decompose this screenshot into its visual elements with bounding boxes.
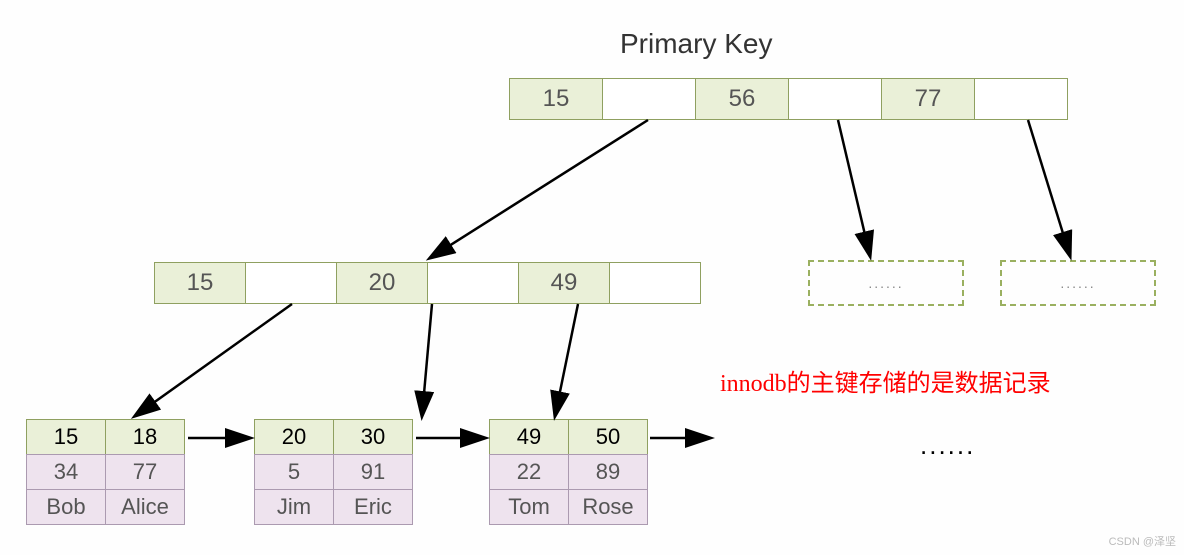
more-leaves-indicator: ...... — [920, 430, 975, 461]
leaf1-r1-c1: Eric — [333, 489, 413, 525]
watermark: CSDN @泽坚 — [1109, 533, 1176, 549]
internal-ptr-0 — [245, 262, 337, 304]
leaf1-key-1: 30 — [333, 419, 413, 455]
btree-node-placeholder-1: ...... — [808, 260, 964, 306]
root-ptr-0 — [602, 78, 696, 120]
root-key-0: 15 — [509, 78, 603, 120]
btree-root-node: 15 56 77 — [510, 78, 1068, 120]
leaf1-key-0: 20 — [254, 419, 334, 455]
internal-ptr-1 — [427, 262, 519, 304]
leaf-node-0: 15 18 34 77 Bob Alice — [27, 420, 185, 525]
leaf1-r1-c0: Jim — [254, 489, 334, 525]
leaf1-r0-c0: 5 — [254, 454, 334, 490]
leaf0-r1-c0: Bob — [26, 489, 106, 525]
internal-key-0: 15 — [154, 262, 246, 304]
leaf0-key-1: 18 — [105, 419, 185, 455]
root-ptr-1 — [788, 78, 882, 120]
internal-key-1: 20 — [336, 262, 428, 304]
diagram-title: Primary Key — [620, 28, 772, 60]
leaf2-key-0: 49 — [489, 419, 569, 455]
root-key-1: 56 — [695, 78, 789, 120]
leaf0-r0-c1: 77 — [105, 454, 185, 490]
leaf0-r1-c1: Alice — [105, 489, 185, 525]
root-ptr-2 — [974, 78, 1068, 120]
internal-ptr-2 — [609, 262, 701, 304]
leaf2-r1-c1: Rose — [568, 489, 648, 525]
leaf2-r1-c0: Tom — [489, 489, 569, 525]
leaf1-r0-c1: 91 — [333, 454, 413, 490]
root-key-2: 77 — [881, 78, 975, 120]
leaf2-r0-c1: 89 — [568, 454, 648, 490]
leaf-node-2: 49 50 22 89 Tom Rose — [490, 420, 648, 525]
btree-internal-node: 15 20 49 — [155, 262, 701, 304]
leaf0-r0-c0: 34 — [26, 454, 106, 490]
leaf2-r0-c0: 22 — [489, 454, 569, 490]
annotation-text: innodb的主键存储的是数据记录 — [720, 363, 1051, 398]
btree-node-placeholder-2: ...... — [1000, 260, 1156, 306]
leaf2-key-1: 50 — [568, 419, 648, 455]
leaf0-key-0: 15 — [26, 419, 106, 455]
leaf-node-1: 20 30 5 91 Jim Eric — [255, 420, 413, 525]
internal-key-2: 49 — [518, 262, 610, 304]
